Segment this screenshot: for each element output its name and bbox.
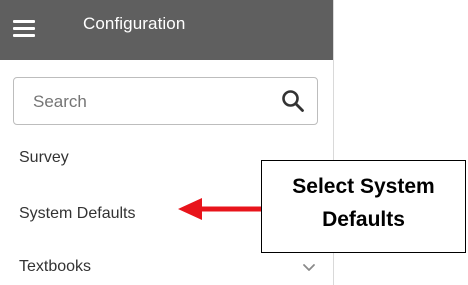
hamburger-menu-icon[interactable]: [13, 18, 35, 38]
callout-text-line: Defaults: [322, 208, 405, 231]
hamburger-bar: [13, 20, 35, 23]
left-arrow-icon: [178, 198, 264, 220]
hamburger-bar: [13, 27, 35, 30]
search-input[interactable]: [33, 90, 263, 114]
sidebar-item-label: Textbooks: [19, 258, 92, 275]
sidebar-item-label: System Defaults: [19, 205, 136, 222]
sidebar-item-textbooks[interactable]: Textbooks: [0, 249, 333, 285]
callout-text-line: Select System: [292, 175, 435, 198]
annotation-callout: Select System Defaults: [261, 160, 466, 253]
sidebar-header: Configuration: [0, 0, 333, 60]
hamburger-bar: [13, 34, 35, 37]
screenshot-stage: Configuration Survey System Defaults Tex…: [0, 0, 468, 285]
search-icon[interactable]: [280, 88, 306, 114]
search-box: [13, 77, 318, 125]
chevron-down-icon[interactable]: [302, 263, 316, 273]
page-title: Configuration: [83, 14, 186, 33]
sidebar-item-label: Survey: [19, 149, 69, 166]
